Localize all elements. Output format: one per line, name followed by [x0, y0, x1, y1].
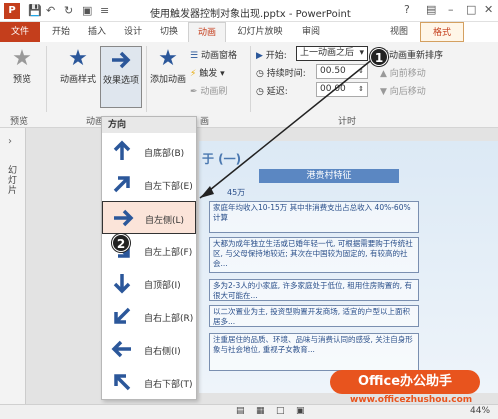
status-bar: ▤ ▦ □ ▣ 44%: [0, 404, 498, 419]
tutorial-pointer-arrow: [199, 57, 375, 199]
normal-view-icon[interactable]: ▤: [236, 406, 245, 416]
slideshow-view-icon[interactable]: ▣: [296, 406, 305, 416]
watermark-logo: Office办公助手: [330, 370, 480, 394]
reading-view-icon[interactable]: □: [276, 406, 285, 416]
watermark-url: www.officezhushou.com: [350, 395, 473, 405]
callout-step-1: 1: [370, 48, 388, 66]
callout-step-2: 2: [112, 234, 130, 252]
zoom-level[interactable]: 44%: [470, 406, 490, 416]
sorter-view-icon[interactable]: ▦: [256, 406, 265, 416]
